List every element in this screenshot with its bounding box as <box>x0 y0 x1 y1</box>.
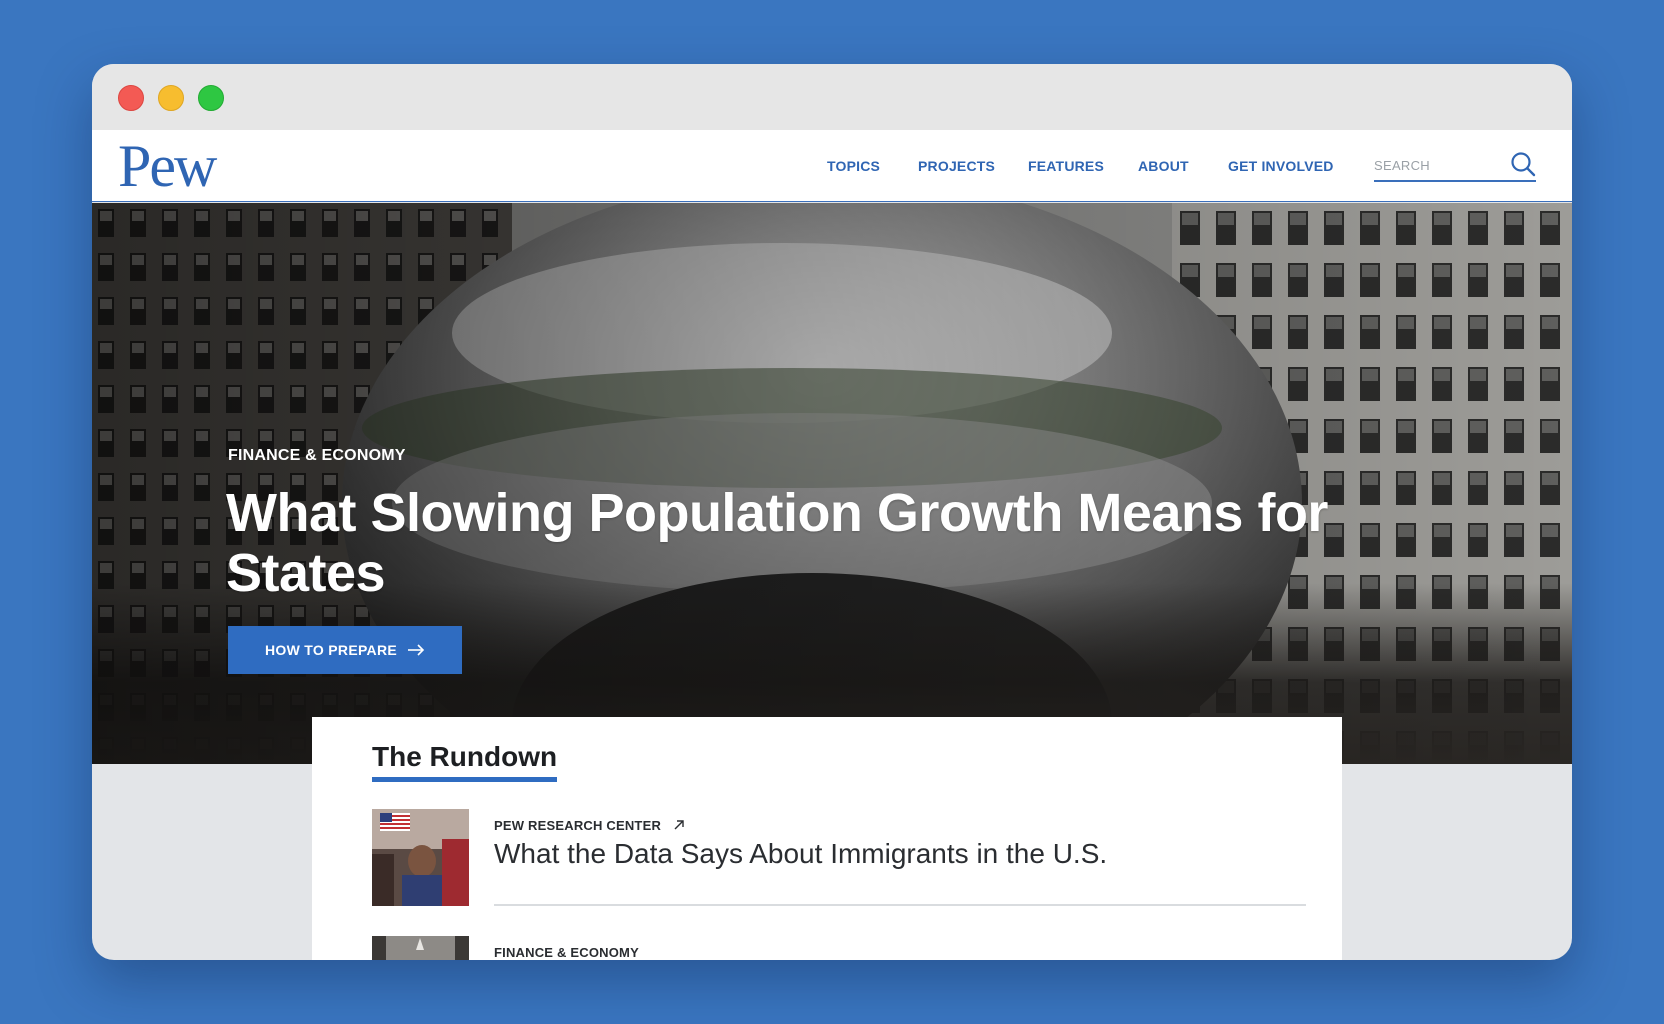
how-to-prepare-button[interactable]: HOW TO PREPARE <box>228 626 462 674</box>
rundown-divider <box>494 904 1306 906</box>
hero-category[interactable]: FINANCE & ECONOMY <box>228 447 406 465</box>
close-window-button[interactable] <box>118 85 144 111</box>
rundown-section: The Rundown PEW RESEARCH CENTER What the… <box>312 717 1342 960</box>
maximize-window-button[interactable] <box>198 85 224 111</box>
nav-get-involved[interactable]: GET INVOLVED <box>1228 158 1334 174</box>
nav-about[interactable]: ABOUT <box>1138 158 1189 174</box>
minimize-window-button[interactable] <box>158 85 184 111</box>
site-header: Pew TOPICS PROJECTS FEATURES ABOUT GET I… <box>92 130 1572 202</box>
rundown-item-thumbnail[interactable] <box>372 936 469 960</box>
nav-features[interactable]: FEATURES <box>1028 158 1104 174</box>
external-link-icon <box>674 820 684 830</box>
rundown-item-category[interactable]: FINANCE & ECONOMY <box>494 945 639 960</box>
rundown-heading: The Rundown <box>372 741 558 782</box>
arrow-right-icon <box>408 644 425 656</box>
hero-title[interactable]: What Slowing Population Growth Means for… <box>226 483 1346 603</box>
window-titlebar <box>92 64 1572 130</box>
browser-window: Pew TOPICS PROJECTS FEATURES ABOUT GET I… <box>92 64 1572 960</box>
search-input[interactable] <box>1374 154 1504 176</box>
nav-projects[interactable]: PROJECTS <box>918 158 995 174</box>
hero-banner: FINANCE & ECONOMY What Slowing Populatio… <box>92 203 1572 764</box>
search-box <box>1374 150 1536 182</box>
rundown-item-category[interactable]: PEW RESEARCH CENTER <box>494 818 685 833</box>
rundown-item-thumbnail[interactable] <box>372 809 469 906</box>
capitol-photo <box>372 936 469 960</box>
rundown-item-title[interactable]: What the Data Says About Immigrants in t… <box>494 838 1107 870</box>
cta-label: HOW TO PREPARE <box>264 642 398 658</box>
nav-topics[interactable]: TOPICS <box>827 158 880 174</box>
immigrants-photo <box>372 809 469 906</box>
search-icon[interactable] <box>1510 151 1536 177</box>
main-nav: TOPICS PROJECTS FEATURES ABOUT GET INVOL… <box>92 158 1572 178</box>
